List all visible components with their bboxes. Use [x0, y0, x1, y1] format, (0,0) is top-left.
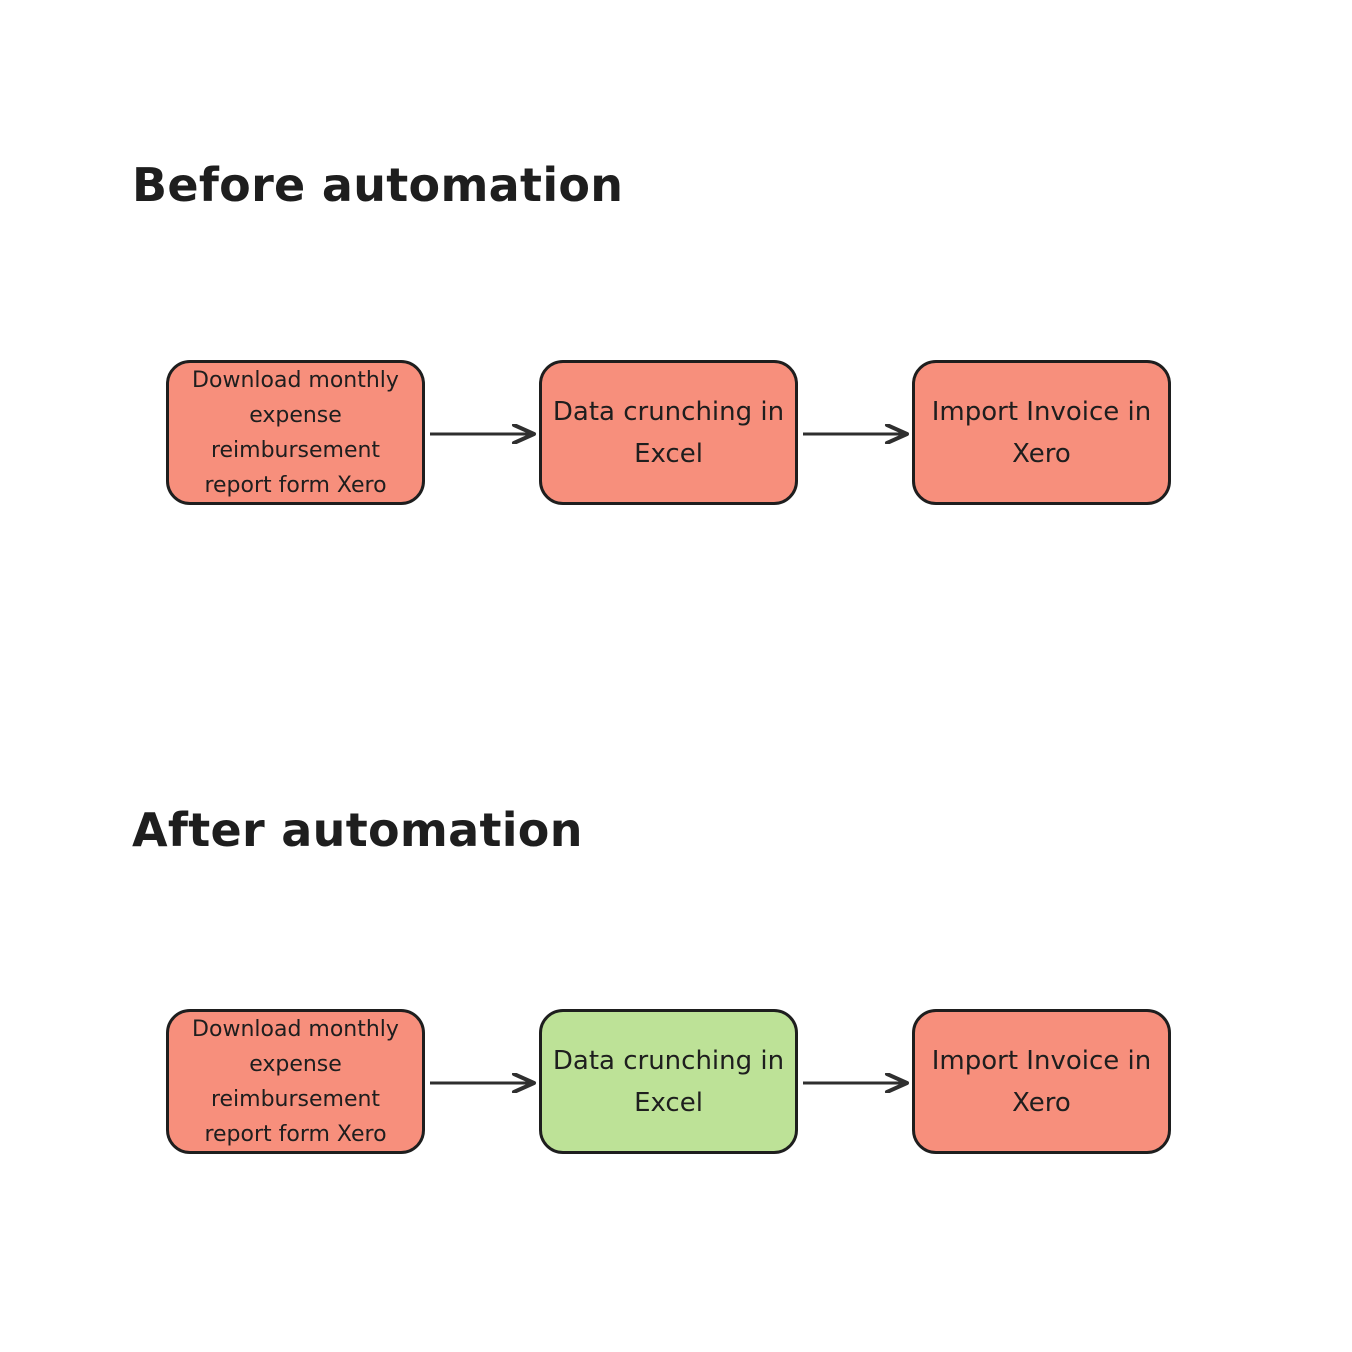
- step-download-report-before[interactable]: Download monthly expense reimbursement r…: [166, 360, 425, 505]
- step-label: Download monthly expense reimbursement r…: [192, 1016, 399, 1147]
- step-label: Data crunching in Excel: [552, 1045, 785, 1118]
- step-download-report-after[interactable]: Download monthly expense reimbursement r…: [166, 1009, 425, 1154]
- step-label: Download monthly expense reimbursement r…: [192, 367, 399, 498]
- arrow-connector: [803, 1073, 909, 1093]
- arrow-connector: [803, 424, 909, 444]
- step-data-crunching-after[interactable]: Data crunching in Excel: [539, 1009, 798, 1154]
- step-label: Data crunching in Excel: [552, 396, 785, 469]
- section-title-after: After automation: [132, 803, 583, 857]
- arrow-connector: [430, 424, 536, 444]
- step-label: Import Invoice in Xero: [931, 396, 1152, 469]
- step-import-invoice-before[interactable]: Import Invoice in Xero: [912, 360, 1171, 505]
- step-import-invoice-after[interactable]: Import Invoice in Xero: [912, 1009, 1171, 1154]
- arrow-connector: [430, 1073, 536, 1093]
- step-data-crunching-before[interactable]: Data crunching in Excel: [539, 360, 798, 505]
- step-label: Import Invoice in Xero: [931, 1045, 1152, 1118]
- section-title-before: Before automation: [132, 158, 624, 212]
